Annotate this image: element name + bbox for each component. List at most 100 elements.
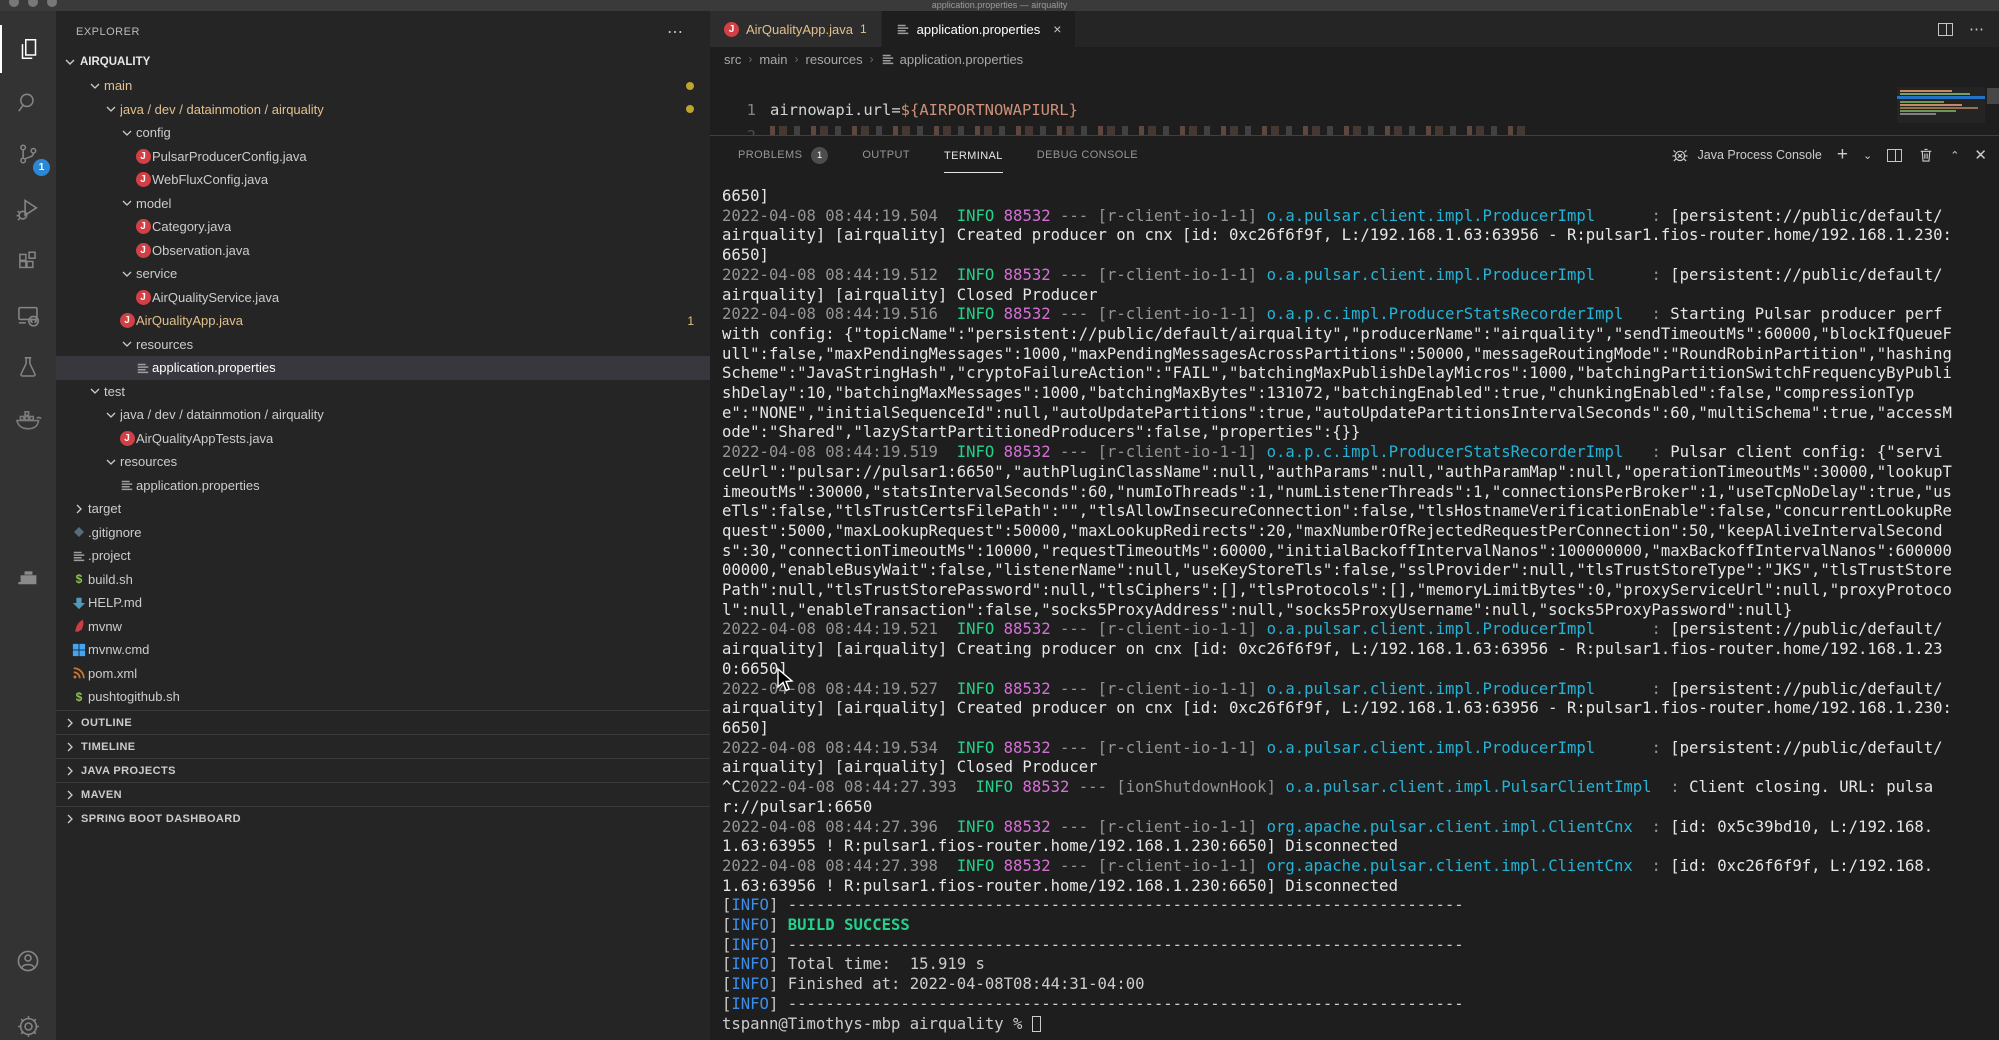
titlebar[interactable]: application.properties — airquality bbox=[0, 0, 1999, 11]
new-terminal-icon[interactable]: + bbox=[1837, 144, 1848, 166]
tree-file-row[interactable]: $build.sh bbox=[56, 568, 710, 592]
sidebar-section-timeline[interactable]: TIMELINE bbox=[56, 734, 710, 758]
markdown-file-icon bbox=[70, 596, 88, 610]
accounts-icon[interactable] bbox=[0, 937, 56, 985]
minimap[interactable] bbox=[1897, 87, 1985, 123]
tree-folder-row[interactable]: model bbox=[56, 192, 710, 216]
tree-folder-row[interactable]: main bbox=[56, 74, 710, 98]
chevron-down-icon bbox=[62, 54, 78, 70]
tree-folder-row[interactable]: java / dev / datainmotion / airquality bbox=[56, 98, 710, 122]
tree-item-label: Category.java bbox=[152, 219, 231, 234]
maximize-panel-chevron-up-icon[interactable]: ⌃ bbox=[1950, 149, 1959, 162]
breadcrumb-file[interactable]: application.properties bbox=[881, 52, 1024, 67]
terminal-line: [INFO] Total time: 15.919 s bbox=[722, 955, 1952, 975]
tree-file-row[interactable]: JCategory.java bbox=[56, 215, 710, 239]
split-terminal-icon[interactable] bbox=[1887, 149, 1902, 162]
sidebar-section-outline[interactable]: OUTLINE bbox=[56, 710, 710, 734]
remote-explorer-icon[interactable] bbox=[0, 291, 56, 339]
file-tree: mainjava / dev / datainmotion / airquali… bbox=[56, 74, 710, 709]
editor-tab[interactable]: application.properties × bbox=[882, 11, 1076, 47]
explorer-more-actions-icon[interactable]: ⋯ bbox=[667, 22, 684, 42]
tree-file-row[interactable]: JObservation.java bbox=[56, 239, 710, 263]
workspace-section-header[interactable]: AIRQUALITY bbox=[56, 50, 710, 73]
tree-item-label: AirQualityApp.java bbox=[136, 313, 243, 328]
tree-file-row[interactable]: JAirQualityApp.java 1 bbox=[56, 309, 710, 333]
panel-tab-output[interactable]: OUTPUT bbox=[862, 136, 910, 174]
terminal-line: 6650] bbox=[722, 187, 1952, 207]
search-icon[interactable] bbox=[0, 78, 56, 126]
java-process-bug-icon bbox=[1669, 144, 1691, 166]
explorer-title: EXPLORER bbox=[76, 26, 140, 38]
tree-file-row[interactable]: JWebFluxConfig.java bbox=[56, 168, 710, 192]
tree-file-row[interactable]: pom.xml bbox=[56, 662, 710, 686]
run-debug-icon[interactable] bbox=[0, 185, 56, 233]
tree-file-row[interactable]: mvnw bbox=[56, 615, 710, 639]
tree-item-label: resources bbox=[136, 337, 193, 352]
properties-file-icon bbox=[134, 361, 152, 375]
tree-file-row[interactable]: $pushtogithub.sh bbox=[56, 685, 710, 709]
tree-file-row[interactable]: JAirQualityService.java bbox=[56, 286, 710, 310]
tree-folder-row[interactable]: resources bbox=[56, 450, 710, 474]
editor-tab[interactable]: JAirQualityApp.java1 bbox=[710, 11, 881, 47]
panel-tab-debug-console[interactable]: DEBUG CONSOLE bbox=[1037, 136, 1138, 174]
tree-folder-row[interactable]: java / dev / datainmotion / airquality bbox=[56, 403, 710, 427]
tree-file-row[interactable]: application.properties bbox=[56, 356, 710, 380]
terminal-line: [INFO] ---------------------------------… bbox=[722, 936, 1952, 956]
property-value: ${AIRPORTNOWAPIURL} bbox=[901, 101, 1078, 119]
tree-folder-row[interactable]: service bbox=[56, 262, 710, 286]
tree-item-label: Observation.java bbox=[152, 243, 250, 258]
tree-file-row[interactable]: JPulsarProducerConfig.java bbox=[56, 145, 710, 169]
source-control-icon[interactable]: 1 bbox=[0, 130, 56, 178]
panel-tab-terminal[interactable]: TERMINAL bbox=[944, 136, 1003, 174]
tree-item-label: test bbox=[104, 384, 125, 399]
tree-file-row[interactable]: .project bbox=[56, 544, 710, 568]
extensions-icon[interactable] bbox=[0, 238, 56, 286]
terminal[interactable]: 6650]2022-04-08 08:44:19.504 INFO 88532 … bbox=[722, 174, 1952, 1040]
terminal-picker-chevron-icon[interactable]: ⌄ bbox=[1863, 149, 1872, 162]
close-panel-icon[interactable]: ✕ bbox=[1974, 146, 1987, 164]
tree-file-row[interactable]: JAirQualityAppTests.java bbox=[56, 427, 710, 451]
explorer-icon[interactable] bbox=[0, 25, 56, 73]
modified-dot bbox=[686, 105, 694, 113]
tree-file-row[interactable]: .gitignore bbox=[56, 521, 710, 545]
close-tab-icon[interactable]: × bbox=[1053, 21, 1061, 37]
tree-folder-row[interactable]: config bbox=[56, 121, 710, 145]
breadcrumb-item[interactable]: resources bbox=[806, 52, 863, 67]
sidebar-section-java-projects[interactable]: JAVA PROJECTS bbox=[56, 758, 710, 782]
terminal-name[interactable]: Java Process Console bbox=[1698, 148, 1822, 162]
tree-file-row[interactable]: mvnw.cmd bbox=[56, 638, 710, 662]
tree-file-row[interactable]: application.properties bbox=[56, 474, 710, 498]
terminal-line: 2022-04-08 08:44:27.398 INFO 88532 --- [… bbox=[722, 857, 1952, 896]
tree-folder-row[interactable]: target bbox=[56, 497, 710, 521]
editor-more-actions-icon[interactable]: ⋯ bbox=[1969, 20, 1985, 38]
properties-file-icon bbox=[896, 22, 910, 36]
split-editor-icon[interactable] bbox=[1938, 23, 1953, 36]
breadcrumb-item[interactable]: src bbox=[724, 52, 741, 67]
tree-item-label: .gitignore bbox=[88, 525, 141, 540]
sidebar-section-maven[interactable]: MAVEN bbox=[56, 782, 710, 806]
tree-item-badge: 1 bbox=[687, 314, 694, 328]
settings-gear-icon[interactable] bbox=[0, 1002, 56, 1040]
panel-tab-problems[interactable]: PROBLEMS1 bbox=[738, 136, 828, 174]
properties-file-icon bbox=[118, 478, 136, 492]
kill-terminal-trash-icon[interactable] bbox=[1917, 146, 1935, 164]
tree-item-label: application.properties bbox=[136, 478, 260, 493]
editor-scrollbar[interactable] bbox=[1987, 88, 1999, 104]
breadcrumb-separator: › bbox=[795, 52, 799, 66]
breadcrumb-item[interactable]: main bbox=[759, 52, 787, 67]
breadcrumb-separator: › bbox=[870, 52, 874, 66]
tree-file-row[interactable]: HELP.md bbox=[56, 591, 710, 615]
tree-folder-row[interactable]: test bbox=[56, 380, 710, 404]
editor[interactable]: 1 airnowapi.url=${AIRPORTNOWAPIURL} 2 bbox=[710, 71, 1999, 135]
project-manager-icon[interactable] bbox=[0, 553, 56, 601]
java-file-icon: J bbox=[118, 313, 136, 328]
tree-folder-row[interactable]: resources bbox=[56, 333, 710, 357]
docker-icon[interactable] bbox=[0, 396, 56, 444]
problems-count-badge: 1 bbox=[811, 147, 828, 164]
testing-beaker-icon[interactable] bbox=[0, 343, 56, 391]
tab-label: application.properties bbox=[917, 22, 1041, 37]
tree-item-label: WebFluxConfig.java bbox=[152, 172, 268, 187]
sidebar-section-spring-boot-dashboard[interactable]: SPRING BOOT DASHBOARD bbox=[56, 806, 710, 830]
tree-item-label: service bbox=[136, 266, 177, 281]
properties-file-icon bbox=[70, 549, 88, 563]
